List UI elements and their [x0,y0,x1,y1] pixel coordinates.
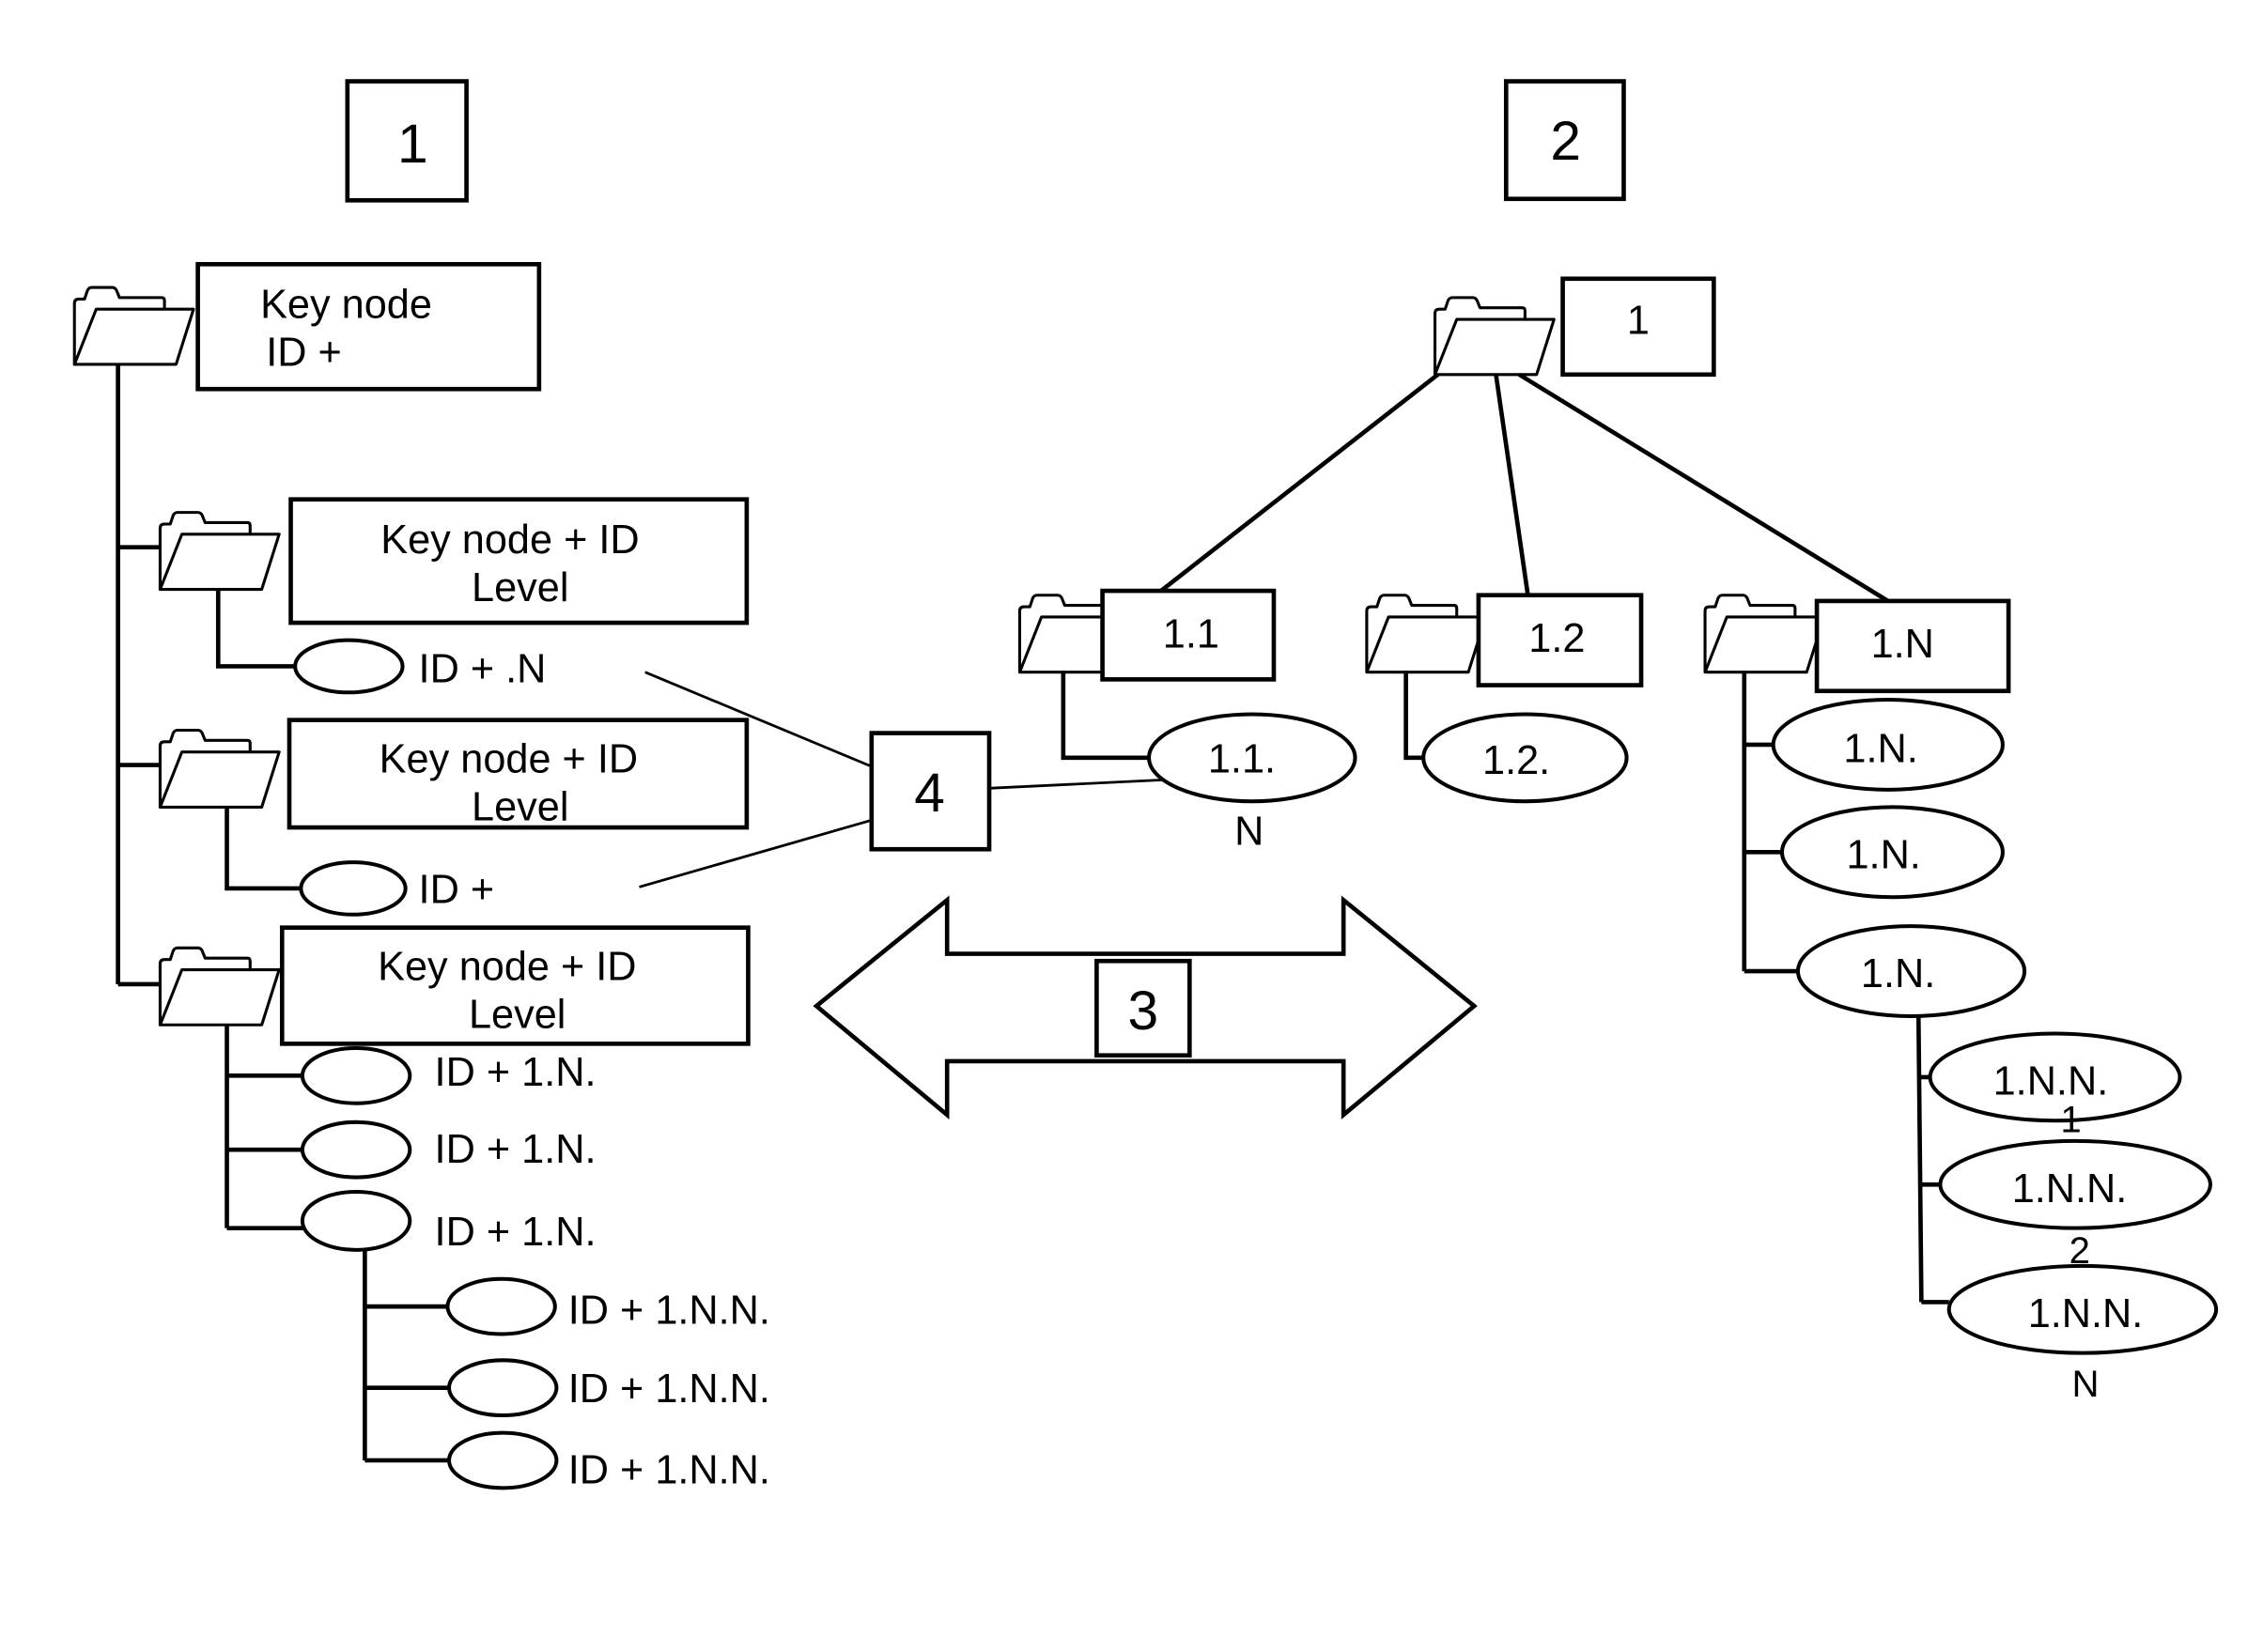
edge-to-1-1 [1157,372,1440,594]
right-root-node: 1 [1434,276,1716,378]
grandchild-node [445,1276,557,1336]
root-label: 1 [1627,299,1650,344]
edge-to-1-2 [1494,374,1530,596]
grandchild-label: ID + 1.N.N. [568,1448,770,1493]
leaf-label: ID + 1.N. [435,1210,597,1255]
right-folder-1-N: 1.N 1.N. 1.N. 1.N. 1.N.N. 1 1.N.N. 2 1.N… [1703,594,2219,1405]
leaf-label: ID + .N [419,646,547,691]
panel-2-label: 2 [1503,79,1626,202]
panel-1-label: 1 [345,79,469,203]
leaf-label: ID + [419,867,495,912]
right-folder-1-1: 1.1 1.1. N [1017,588,1357,855]
folder-label: 1.2 [1528,616,1585,661]
grandchild-node [447,1430,559,1490]
right-folder-1-2: 1.2 1.2. [1365,593,1644,804]
grandchild-label: ID + 1.N.N. [568,1289,770,1334]
branch-label-line1: Key node + ID [378,944,636,989]
panel-1-text: 1 [397,114,428,175]
leaf-node [300,1045,412,1105]
folder-icon [1365,594,1488,674]
left-branch-3: Key node + ID Level ID + 1.N. ID + 1.N. … [158,925,770,1493]
tree-mapping-diagram: 1 2 Key node ID + Key node + ID Level ID… [72,79,2219,1493]
leaf-node [300,1190,412,1252]
arrow-label-text: 3 [1128,980,1159,1042]
leaf-label: ID + 1.N. [435,1050,597,1095]
root-label-line2: ID + [266,331,342,376]
leaf-label-suffix: N [1234,810,1263,855]
leaf-label: 1.2. [1482,738,1550,783]
folder-icon [1703,594,1826,674]
leaf-connector [1061,671,1153,761]
leaf-node [299,860,408,917]
left-branch-2: Key node + ID Level ID + [158,718,750,917]
leaf-connector [215,589,297,669]
root-label-line1: Key node [260,283,432,328]
bidirectional-arrow: 3 [813,895,1478,1120]
folder-label: 1.N [1871,622,1934,667]
grandchild-label: ID + 1.N.N. [568,1366,770,1412]
branch-label-line1: Key node + ID [380,736,638,781]
leaf-label: 1.N. [1843,726,1917,771]
sub-leaves-trunk [1915,1015,1924,1303]
left-branch-1: Key node + ID Level ID + .N [158,497,750,695]
branch-label-line2: Level [472,784,568,829]
edge-to-1-N [1517,372,1890,603]
leaf-label: 1.N. [1846,832,1920,877]
folder-icon [1434,296,1556,377]
right-tree: 1 1.1 1.1. N 1.2 1.2. 1.N 1.N. 1.N. 1.N.… [1017,276,2219,1405]
link-line-lower [639,818,873,888]
sub-leaf-suffix: N [2072,1363,2100,1405]
leaf-label: ID + 1.N. [435,1127,597,1172]
leaf-label: 1.N. [1861,951,1935,996]
sub-leaf-label: 1.N.N. [1993,1058,2109,1104]
link-box-text: 4 [914,763,945,824]
folder-icon [72,286,195,366]
leaf-label: 1.1. [1208,736,1276,781]
branch-label-line2: Level [469,992,566,1037]
leaf-connector [1403,671,1424,761]
branch-label-line2: Level [472,565,568,610]
left-root-node: Key node ID + [72,261,542,392]
folder-icon [158,946,281,1027]
folder-label: 1.1 [1163,611,1219,656]
grandchild-node [447,1358,559,1418]
leaf-node [300,1119,412,1180]
sub-leaf-label: 1.N.N. [2028,1291,2144,1336]
folder-icon [158,728,281,809]
sub-leaf-label: 1.N.N. [2012,1166,2128,1212]
panel-2-text: 2 [1550,111,1581,172]
folder-icon [158,511,281,592]
sub-leaf-suffix: 1 [2060,1099,2081,1141]
branch-label-line1: Key node + ID [380,517,639,563]
link-line-right [988,778,1171,790]
leaf-node [293,638,405,695]
